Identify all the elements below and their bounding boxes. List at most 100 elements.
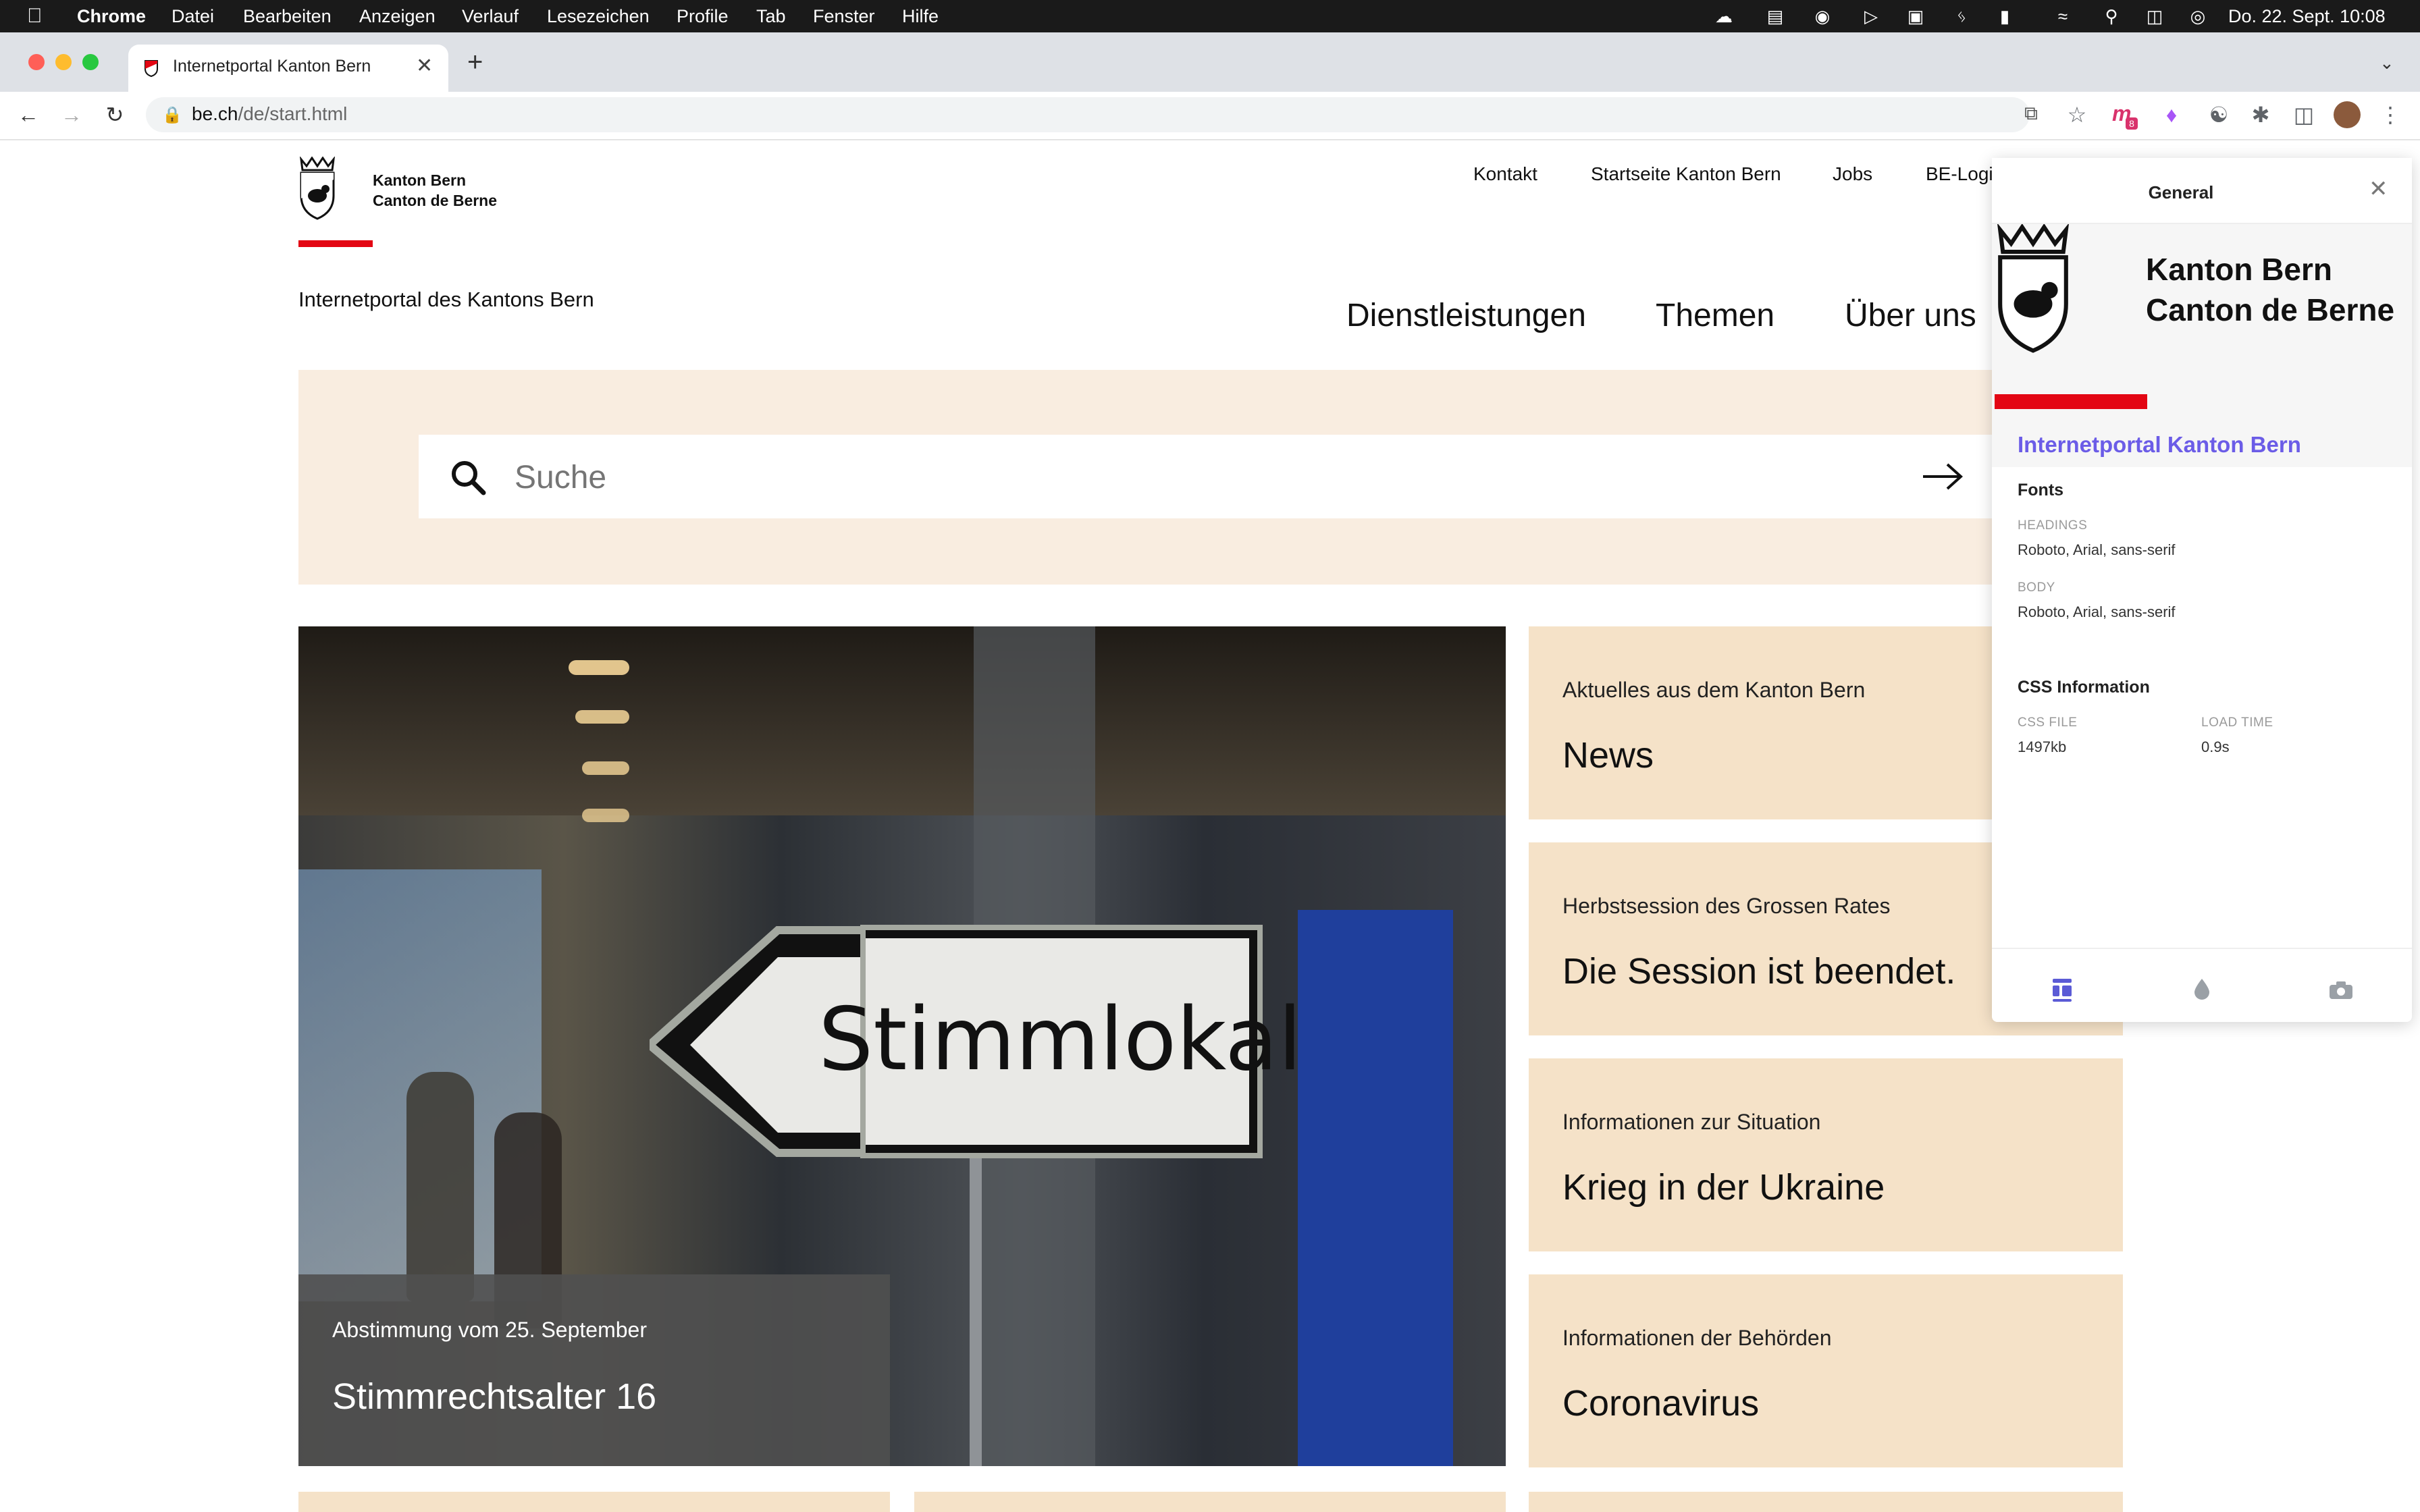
search-submit-arrow-icon[interactable]: [1922, 462, 1965, 491]
ceiling-light: [575, 710, 629, 724]
menu-bearbeiten[interactable]: Bearbeiten: [243, 0, 332, 32]
ceiling-light: [569, 660, 629, 675]
back-arrow-icon[interactable]: ←: [15, 101, 42, 128]
top-link-kontakt[interactable]: Kontakt: [1473, 163, 1537, 185]
panel-site-name[interactable]: Internetportal Kanton Bern: [2018, 432, 2301, 458]
hero-image[interactable]: Stimmlokal Abstimmung vom 25. September …: [298, 626, 1506, 1466]
menu-profile[interactable]: Profile: [677, 0, 729, 32]
apple-icon[interactable]: : [27, 0, 43, 32]
hero-blue-panel: [1298, 910, 1453, 1466]
nav-dienstleistungen[interactable]: Dienstleistungen: [1346, 297, 1586, 334]
card-headline: Krieg in der Ukraine: [1562, 1167, 1885, 1208]
menu-hilfe[interactable]: Hilfe: [902, 0, 939, 32]
card-ukraine[interactable]: Informationen zur Situation Krieg in der…: [1529, 1058, 2123, 1251]
card-headline: News: [1562, 735, 1654, 776]
top-link-startseite[interactable]: Startseite Kanton Bern: [1591, 163, 1781, 185]
reload-icon[interactable]: ↻: [101, 101, 128, 128]
hero-kicker: Abstimmung vom 25. September: [332, 1318, 647, 1342]
siri-icon[interactable]: ◎: [2188, 7, 2208, 26]
extension-m-button[interactable]: m 8: [2111, 101, 2138, 130]
nav-ueber-uns[interactable]: Über uns: [1845, 297, 1976, 334]
extensions-puzzle-icon[interactable]: ✱: [2247, 101, 2274, 128]
hero-person: [406, 1072, 474, 1301]
ceiling-light: [582, 761, 629, 775]
panel-color-drop-icon[interactable]: [2192, 977, 2212, 1000]
window-icon[interactable]: ▣: [1905, 7, 1926, 26]
menubar-clock[interactable]: Do. 22. Sept. 10:08: [2228, 0, 2386, 32]
close-window-button[interactable]: [28, 54, 45, 70]
bern-favicon-icon: [144, 60, 158, 77]
new-tab-button[interactable]: +: [467, 47, 483, 78]
search-input[interactable]: [513, 454, 1866, 501]
side-panel-icon[interactable]: ◫: [2290, 101, 2317, 128]
play-icon[interactable]: ▷: [1861, 7, 1881, 26]
hero-caption-box[interactable]: Abstimmung vom 25. September Stimmrechts…: [298, 1274, 890, 1466]
panel-css-file-label: CSS FILE: [2018, 716, 2078, 730]
bookmark-star-icon[interactable]: ☆: [2063, 101, 2090, 128]
menu-lesezeichen[interactable]: Lesezeichen: [547, 0, 650, 32]
panel-headings-label: HEADINGS: [2018, 518, 2088, 533]
menu-verlauf[interactable]: Verlauf: [462, 0, 519, 32]
panel-close-icon[interactable]: ✕: [2369, 176, 2388, 202]
card-coronavirus[interactable]: Informationen der Behörden Coronavirus: [1529, 1274, 2123, 1467]
panel-coat-of-arms-icon: [1997, 224, 2069, 353]
minimize-window-button[interactable]: [55, 54, 72, 70]
bluetooth-icon[interactable]: ᛃ: [1951, 7, 1972, 26]
menu-app-name[interactable]: Chrome: [77, 0, 146, 32]
panel-title: General: [2148, 182, 2214, 202]
url-host: be.ch: [192, 103, 238, 124]
extension-panel: General ✕ Kanton Bern Canton de Berne In…: [1992, 158, 2412, 1022]
record-icon[interactable]: ◉: [1812, 7, 1833, 26]
top-link-be-login[interactable]: BE-Logi: [1926, 163, 1993, 185]
address-bar[interactable]: 🔒 be.ch/de/start.html ⧉: [146, 97, 2038, 132]
menu-anzeigen[interactable]: Anzeigen: [359, 0, 436, 32]
bern-coat-of-arms-icon[interactable]: [297, 157, 338, 221]
menu-fenster[interactable]: Fenster: [813, 0, 875, 32]
tab-search-chevron-icon[interactable]: ⌄: [2379, 53, 2394, 74]
lock-icon[interactable]: 🔒: [162, 105, 182, 125]
menu-tab[interactable]: Tab: [756, 0, 786, 32]
panel-css-file-value: 1497kb: [2018, 738, 2067, 755]
extension-badge: 8: [2126, 117, 2138, 130]
card-partial[interactable]: [914, 1492, 1506, 1512]
extension-reader-icon[interactable]: ☯: [2205, 101, 2232, 128]
panel-body-label: BODY: [2018, 580, 2055, 595]
panel-layout-tab-icon[interactable]: [2051, 977, 2073, 1002]
top-link-jobs[interactable]: Jobs: [1833, 163, 1872, 185]
panel-footer-divider: [1992, 948, 2412, 949]
panel-css-heading: CSS Information: [2018, 678, 2150, 697]
panel-red-bar: [1995, 394, 2147, 409]
tab-active[interactable]: Internetportal Kanton Bern ✕: [128, 45, 448, 92]
profile-avatar[interactable]: [2334, 101, 2361, 128]
logo-line-1[interactable]: Kanton Bern: [373, 171, 466, 190]
share-icon[interactable]: ⧉: [2024, 103, 2038, 125]
battery-icon[interactable]: ▮: [1995, 7, 2015, 26]
portal-title: Internetportal des Kantons Bern: [298, 288, 594, 311]
hero-ceiling: [298, 626, 1506, 815]
macos-menubar:  Chrome Datei Bearbeiten Anzeigen Verla…: [0, 0, 2420, 32]
tab-close-icon[interactable]: ✕: [416, 54, 433, 78]
wifi-icon[interactable]: ≈: [2053, 7, 2073, 26]
sign-text: Stimmlokal: [818, 990, 1303, 1090]
chrome-menu-icon[interactable]: ⋮: [2377, 101, 2404, 128]
zoom-window-button[interactable]: [82, 54, 99, 70]
control-center-icon[interactable]: ◫: [2145, 7, 2165, 26]
card-headline: Die Session ist beendet.: [1562, 951, 1956, 992]
url-text[interactable]: be.ch/de/start.html: [192, 103, 347, 125]
search-icon: [452, 461, 486, 495]
card-kicker: Informationen zur Situation: [1562, 1110, 1821, 1134]
nav-themen[interactable]: Themen: [1656, 297, 1774, 334]
logo-line-2[interactable]: Canton de Berne: [373, 192, 497, 210]
card-kicker: Aktuelles aus dem Kanton Bern: [1562, 678, 1866, 702]
card-partial[interactable]: [298, 1492, 890, 1512]
spotlight-search-icon[interactable]: ⚲: [2101, 7, 2122, 26]
panel-camera-icon[interactable]: [2328, 980, 2354, 1000]
cloud-icon[interactable]: ☁: [1714, 7, 1734, 26]
card-kicker: Informationen der Behörden: [1562, 1326, 1832, 1350]
menu-datei[interactable]: Datei: [172, 0, 214, 32]
forward-arrow-icon[interactable]: →: [58, 101, 85, 128]
search-box[interactable]: [419, 435, 2003, 518]
extension-gem-icon[interactable]: ♦: [2158, 101, 2185, 128]
card-partial[interactable]: [1529, 1492, 2123, 1512]
app-status-icon[interactable]: ▤: [1765, 7, 1785, 26]
